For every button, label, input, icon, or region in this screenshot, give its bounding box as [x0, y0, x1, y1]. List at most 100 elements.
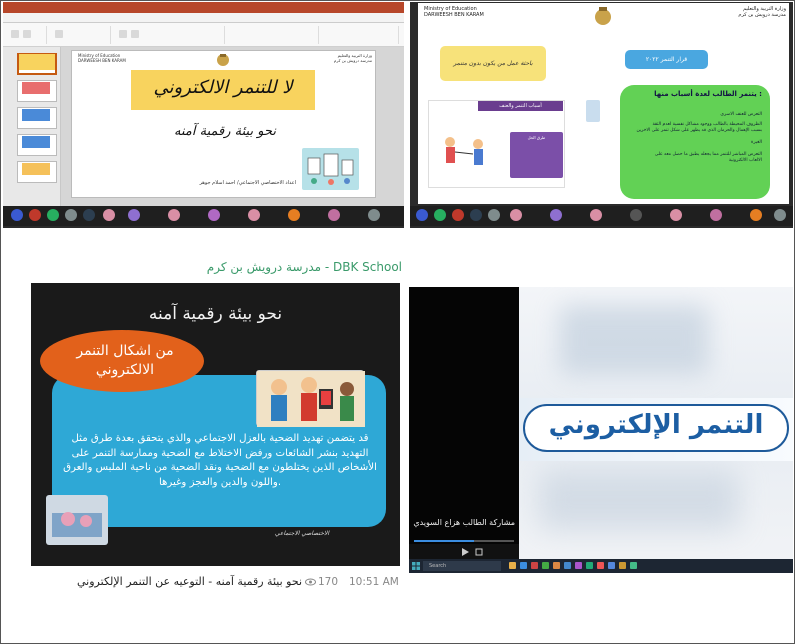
- participant-avatar[interactable]: [710, 209, 722, 221]
- ribbon-toolbar[interactable]: [3, 23, 404, 47]
- participant-avatar[interactable]: [774, 209, 786, 221]
- new-slide-icon[interactable]: [55, 30, 63, 38]
- moe-ar-line2: مدرسة درويش بن كرم: [738, 12, 786, 18]
- participant-avatar[interactable]: [328, 209, 340, 221]
- slide-thumbnails-pane[interactable]: [3, 47, 61, 207]
- channel-header[interactable]: مدرسة درويش بن كرم - DBK School: [22, 260, 402, 274]
- video-progress-track[interactable]: [414, 540, 514, 542]
- play-icon[interactable]: [461, 548, 469, 556]
- ribbon-group-slides: [51, 26, 111, 44]
- emblem-icon: [595, 7, 611, 25]
- moe-en-line2: DARWEESH BEN KARAM: [78, 58, 126, 63]
- zoom-participants-strip[interactable]: [410, 206, 793, 226]
- ribbon-group-paragraph: [229, 26, 319, 44]
- windows-start-icon[interactable]: [412, 562, 420, 570]
- moe-en-line2: DARWEESH BEN KARAM: [424, 12, 484, 18]
- reasons-list: التعرض للعنف الاسري الظروف المحيطة بالطا…: [628, 112, 762, 164]
- water-drop: [367, 341, 387, 361]
- app-icon[interactable]: [553, 562, 560, 569]
- children-illustration-icon: [445, 137, 483, 165]
- participant-avatar[interactable]: [103, 209, 115, 221]
- ribbon-group-font: [115, 26, 225, 44]
- moe-arabic: وزارة التربية والتعليم مدرسة درويش بن كر…: [306, 53, 372, 63]
- edge-icon[interactable]: [520, 562, 527, 569]
- view-count: 170: [318, 576, 339, 588]
- blurred-shape: [559, 305, 709, 375]
- participant-avatar[interactable]: [208, 209, 220, 221]
- app-icon[interactable]: [542, 562, 549, 569]
- participant-avatar[interactable]: [168, 209, 180, 221]
- windows-taskbar[interactable]: Search: [409, 559, 793, 573]
- author-signature: الاختصاصي الاجتماعي: [274, 530, 330, 537]
- reason-item: الغيرة: [751, 140, 762, 145]
- banner-title: التنمر الإلكتروني: [548, 410, 764, 440]
- infographic-header: أسباب التنمر والعنف: [478, 101, 563, 111]
- moe-ar-line2: مدرسة درويش بن كرم: [333, 58, 372, 63]
- slide-footer: اعداد الاختصاصي الاجتماعي/ احمد اسلام جو…: [199, 180, 296, 186]
- participant-avatar[interactable]: [248, 209, 260, 221]
- app-icon[interactable]: [619, 562, 626, 569]
- video-frame: التنمر الإلكتروني: [519, 287, 793, 559]
- thumb-3-preview: [22, 109, 50, 121]
- app-icon[interactable]: [575, 562, 582, 569]
- app-icon[interactable]: [531, 562, 538, 569]
- slide-subtitle: نحو بيئة رقمية آمنه: [174, 124, 276, 139]
- post-slide-title: نحو بيئة رقمية آمنه: [148, 304, 283, 324]
- moe-english: Ministry of Education DARWEESH BEN KARAM: [78, 53, 126, 63]
- participant-avatar[interactable]: [416, 209, 428, 221]
- paste-icon[interactable]: [11, 30, 19, 38]
- app-icon[interactable]: [630, 562, 637, 569]
- participant-avatar[interactable]: [670, 209, 682, 221]
- video-caption: مشاركة الطالب هزاع السويدي: [413, 518, 515, 527]
- infographic-solutions-panel: طرق الحل: [510, 132, 563, 178]
- hands-image: [46, 495, 108, 545]
- reason-item: التعرض للعنف الاسري: [720, 112, 762, 117]
- app-icon[interactable]: [564, 562, 571, 569]
- post-paragraph: قد يتضمن تهديد الضحية بالعزل الاجتماعي و…: [63, 433, 377, 488]
- participant-avatar[interactable]: [29, 209, 41, 221]
- participant-avatar[interactable]: [128, 209, 140, 221]
- taskbar-search[interactable]: Search: [423, 561, 501, 571]
- participant-avatar[interactable]: [488, 209, 500, 221]
- app-icon[interactable]: [586, 562, 593, 569]
- bold-icon[interactable]: [119, 30, 127, 38]
- participant-avatar[interactable]: [65, 209, 77, 221]
- ribbon-group-drawing: [323, 26, 399, 44]
- app-icon[interactable]: [597, 562, 604, 569]
- reasons-title: يتنمر الطالب لعدة أسباب منها :: [654, 90, 762, 98]
- emblem-icon: [217, 54, 229, 66]
- zoom-participants-strip[interactable]: [3, 206, 404, 226]
- ribbon-group-clipboard: [7, 26, 47, 44]
- participant-avatar[interactable]: [750, 209, 762, 221]
- title-bar: [3, 2, 404, 13]
- participant-avatar[interactable]: [288, 209, 300, 221]
- participant-avatar[interactable]: [630, 209, 642, 221]
- fullscreen-icon[interactable]: [475, 548, 483, 556]
- slide-title: لا للتنمر الالكتروني: [153, 77, 293, 98]
- participant-avatar[interactable]: [11, 209, 23, 221]
- participant-avatar[interactable]: [368, 209, 380, 221]
- reason-item: بسبب الإهمال والحرمان الذي قد يظهر على ش…: [636, 128, 762, 133]
- ribbon-tabs[interactable]: [3, 13, 404, 23]
- thumb-4-preview: [22, 136, 50, 148]
- cut-icon[interactable]: [23, 30, 31, 38]
- thumb-2-preview: [22, 82, 50, 94]
- kids-illustration: [256, 370, 365, 427]
- views-eye-icon: [305, 578, 316, 586]
- participant-avatar[interactable]: [452, 209, 464, 221]
- participant-avatar[interactable]: [434, 209, 446, 221]
- file-explorer-icon[interactable]: [509, 562, 516, 569]
- participant-avatar[interactable]: [47, 209, 59, 221]
- participant-avatar[interactable]: [83, 209, 95, 221]
- video-progress-fill: [414, 540, 474, 542]
- kids-with-phones-icon: [257, 371, 365, 427]
- participant-avatar[interactable]: [590, 209, 602, 221]
- student-figure-icon: [586, 100, 600, 122]
- moe-arabic-b: وزارة التربية والتعليم مدرسة درويش بن كر…: [712, 6, 786, 18]
- participant-avatar[interactable]: [510, 209, 522, 221]
- participant-avatar[interactable]: [550, 209, 562, 221]
- app-icon[interactable]: [608, 562, 615, 569]
- devices-illustration-icon: [307, 153, 354, 185]
- participant-avatar[interactable]: [470, 209, 482, 221]
- italic-icon[interactable]: [131, 30, 139, 38]
